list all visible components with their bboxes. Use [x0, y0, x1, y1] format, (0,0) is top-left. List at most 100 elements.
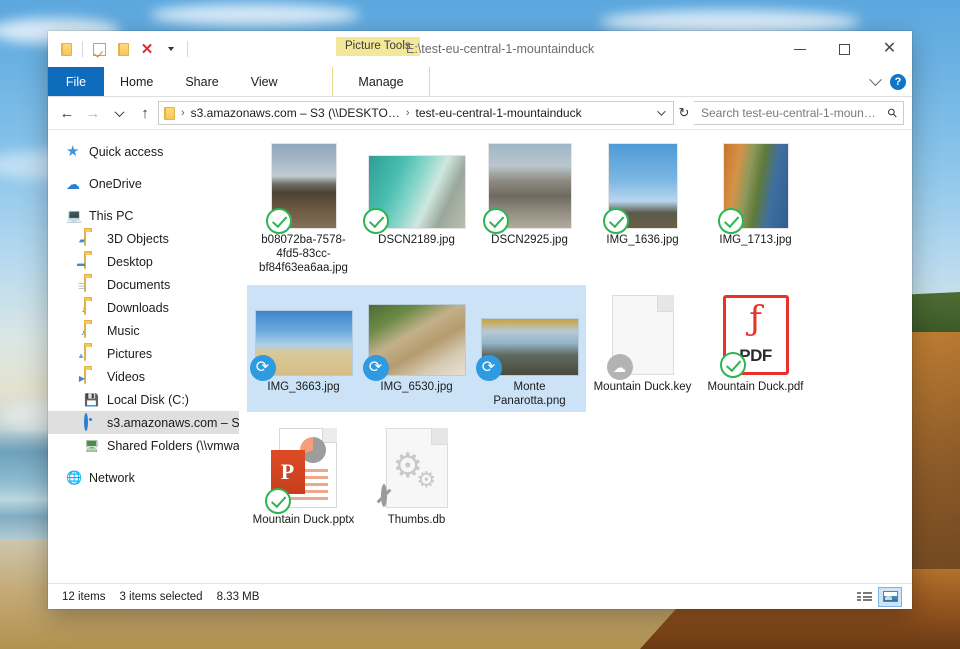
folder-downloads-icon: ↓: [81, 298, 100, 316]
file-name-label: Thumbs.db: [387, 514, 446, 526]
folder-pictures-icon: ▲: [77, 344, 100, 362]
title-bar: ✕ Picture Tools E:\test-eu-central-1-mou…: [48, 31, 912, 67]
ribbon-tab-bar: File Home Share View Manage ?: [48, 67, 912, 97]
details-view-button[interactable]: [852, 587, 876, 607]
gear-icon: ⚙: [416, 467, 437, 492]
file-thumbnail: ⚙ ⚙: [369, 424, 465, 508]
sidebar-item-label: Documents: [107, 277, 171, 292]
delete-icon[interactable]: ✕: [135, 37, 159, 61]
folder-documents-icon: ☰: [78, 275, 100, 293]
sidebar-group-spacer: [48, 163, 239, 172]
photo-thumbnail: ⟳: [249, 311, 352, 381]
file-tile[interactable]: ⟳ IMG_6530.jpg: [360, 285, 473, 412]
photo-thumbnail: ⟳: [475, 319, 578, 381]
chevron-down-icon[interactable]: [869, 72, 882, 86]
forward-button[interactable]: →: [80, 100, 106, 126]
photo-thumbnail: [717, 144, 788, 234]
tab-manage-label: Manage: [358, 74, 404, 89]
file-thumbnail: [362, 144, 465, 234]
customize-qat-icon[interactable]: [159, 37, 183, 61]
sidebar-item-quick-access[interactable]: ★ Quick access: [48, 140, 239, 163]
page-fold: [430, 428, 448, 445]
page-fold: [656, 295, 674, 312]
maximize-button[interactable]: [822, 31, 867, 67]
sidebar-item-music[interactable]: ♪ Music: [48, 319, 239, 342]
folder-desktop-icon: ▬: [77, 252, 100, 270]
file-tile[interactable]: IMG_1713.jpg: [699, 138, 812, 279]
minimize-button[interactable]: [777, 31, 822, 67]
address-dropdown-icon[interactable]: [657, 107, 666, 116]
toolbar-divider: [187, 41, 188, 57]
file-tile[interactable]: ⚙ ⚙ Thumbs.db: [360, 418, 473, 531]
search-box[interactable]: Search test-eu-central-1-moun… ⚲: [694, 101, 904, 125]
generic-file-icon: ☁: [606, 295, 674, 380]
sidebar-item-onedrive[interactable]: ☁ OneDrive: [48, 172, 239, 195]
file-tile[interactable]: b08072ba-7578-4fd5-83cc-bf84f63ea6aa.jpg: [247, 138, 360, 279]
file-tile[interactable]: ⟳ IMG_3663.jpg: [247, 285, 360, 412]
tab-manage[interactable]: Manage: [332, 67, 430, 96]
sidebar-item-s3-amazonaws-com-s3[interactable]: s3.amazonaws.com – S3 (: [48, 411, 239, 434]
search-input[interactable]: Search test-eu-central-1-moun…: [701, 106, 888, 120]
sidebar-item-shared-folders-vmware[interactable]: 🖥 Shared Folders (\\vmware: [48, 434, 239, 457]
syncing-icon: ⟳: [475, 355, 502, 381]
sidebar-item-local-disk-c[interactable]: 💾 Local Disk (C:): [48, 388, 239, 411]
tab-view[interactable]: View: [235, 67, 294, 96]
select-checkbox-icon[interactable]: [87, 37, 111, 61]
address-bar-row: ← → ↑ › s3.amazonaws.com – S3 (\\DESKTO……: [48, 97, 912, 129]
file-list-pane[interactable]: b08072ba-7578-4fd5-83cc-bf84f63ea6aa.jpg…: [239, 130, 912, 583]
new-folder-icon[interactable]: [111, 37, 135, 61]
file-name-label: b08072ba-7578-4fd5-83cc-bf84f63ea6aa.jpg: [259, 234, 348, 274]
sidebar-item-downloads[interactable]: ↓ Downloads: [48, 296, 239, 319]
tab-share[interactable]: Share: [169, 67, 234, 96]
ribbon-right-controls: ?: [869, 67, 906, 97]
file-name-label: DSCN2925.jpg: [491, 234, 568, 246]
window-title: E:\test-eu-central-1-mountainduck: [406, 42, 595, 56]
sidebar-item-network[interactable]: 🌐 Network: [48, 466, 239, 489]
file-tile[interactable]: P Mountain Duck.pptx: [247, 418, 360, 531]
breadcrumb-item-current[interactable]: test-eu-central-1-mountainduck: [416, 106, 582, 120]
folder-music-icon: ♪: [81, 321, 100, 339]
file-tile[interactable]: DSCN2189.jpg: [360, 138, 473, 279]
cloud-decoration: [150, 4, 360, 26]
file-tile[interactable]: ƒ PDF Mountain Duck.pdf: [699, 285, 812, 412]
status-bar: 12 items 3 items selected 8.33 MB: [48, 583, 912, 609]
sidebar-item-pictures[interactable]: ▲ Pictures: [48, 342, 239, 365]
sidebar-item-label: Quick access: [89, 144, 164, 159]
file-tile[interactable]: DSCN2925.jpg: [473, 138, 586, 279]
address-breadcrumb-bar[interactable]: › s3.amazonaws.com – S3 (\\DESKTO… › tes…: [158, 101, 674, 125]
breadcrumb-item-root[interactable]: s3.amazonaws.com – S3 (\\DESKTO…: [191, 106, 400, 120]
sidebar-item-label: s3.amazonaws.com – S3 (: [107, 415, 239, 430]
file-tile[interactable]: ☁ Mountain Duck.key: [586, 285, 699, 412]
folder-3d-icon: ▰: [79, 229, 100, 247]
close-button[interactable]: ✕: [867, 31, 912, 67]
refresh-button[interactable]: ↻: [674, 101, 694, 125]
large-icons-view-button[interactable]: [878, 586, 902, 607]
up-button[interactable]: ↑: [132, 100, 158, 126]
sidebar-item-label: Local Disk (C:): [107, 392, 189, 407]
back-button[interactable]: ←: [54, 100, 80, 126]
sidebar-item-desktop[interactable]: ▬ Desktop: [48, 250, 239, 273]
sidebar-item-3d-objects[interactable]: ▰ 3D Objects: [48, 227, 239, 250]
file-thumbnail: ƒ PDF: [708, 291, 804, 378]
file-thumbnail: [595, 144, 691, 234]
file-name-label: DSCN2189.jpg: [378, 234, 455, 246]
file-thumbnail: ⟳: [475, 291, 578, 381]
synced-check-icon: [265, 208, 292, 234]
tab-home[interactable]: Home: [104, 67, 169, 96]
properties-icon[interactable]: [54, 37, 78, 61]
sidebar-item-label: Pictures: [107, 346, 153, 361]
item-count-label: 12 items: [62, 590, 106, 603]
file-thumbnail: ☁: [595, 291, 691, 380]
file-name-label: IMG_3663.jpg: [267, 381, 340, 393]
sidebar-item-this-pc[interactable]: 💻 This PC: [48, 204, 239, 227]
help-icon[interactable]: ?: [890, 74, 906, 90]
sidebar-item-label: Downloads: [107, 300, 169, 315]
sidebar-item-documents[interactable]: ☰ Documents: [48, 273, 239, 296]
recent-locations-button[interactable]: [106, 100, 132, 126]
sidebar-item-videos[interactable]: ▶ Videos: [48, 365, 239, 388]
file-tile[interactable]: ⟳ Monte Panarotta.png: [473, 285, 586, 412]
large-icons-view-icon: [882, 591, 898, 602]
file-tile[interactable]: IMG_1636.jpg: [586, 138, 699, 279]
cloud-icon: ☁: [66, 175, 80, 192]
tab-file[interactable]: File: [48, 67, 104, 96]
